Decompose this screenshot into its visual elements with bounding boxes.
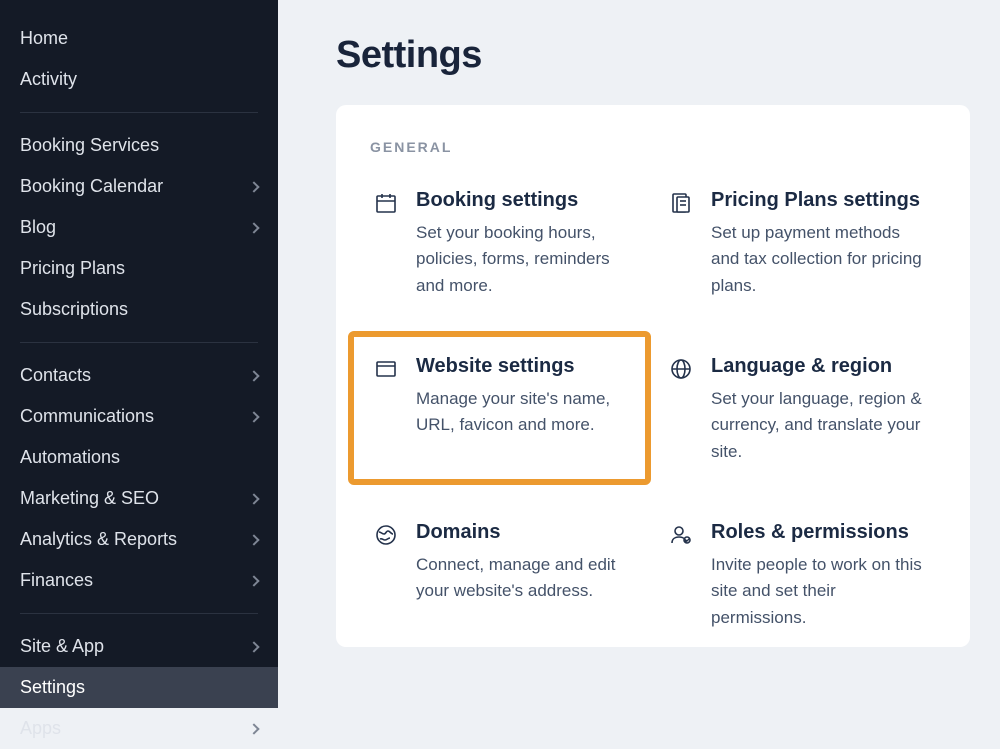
sidebar-item-label: Home <box>20 28 68 49</box>
sidebar-item-pricing-plans[interactable]: Pricing Plans <box>0 248 278 289</box>
sidebar-divider <box>20 112 258 113</box>
sidebar-divider <box>20 342 258 343</box>
sidebar-item-marketing-seo[interactable]: Marketing & SEO <box>0 478 278 519</box>
globe-icon <box>669 357 693 381</box>
tile-description: Set up payment methods and tax collectio… <box>711 220 932 299</box>
tile-texts: Domains Connect, manage and edit your web… <box>416 521 637 605</box>
sidebar-item-label: Apps <box>20 718 61 739</box>
settings-tile-domains[interactable]: Domains Connect, manage and edit your web… <box>370 515 641 637</box>
main-content: Settings GENERAL Booking settings Set you… <box>278 0 1000 691</box>
tile-texts: Language & region Set your language, regi… <box>711 355 932 465</box>
chevron-right-icon <box>248 493 259 504</box>
settings-tile-language-region[interactable]: Language & region Set your language, regi… <box>665 349 936 471</box>
tile-title: Domains <box>416 521 637 544</box>
tile-description: Set your language, region & currency, an… <box>711 386 932 465</box>
sidebar-item-label: Finances <box>20 570 93 591</box>
sidebar-item-booking-calendar[interactable]: Booking Calendar <box>0 166 278 207</box>
sidebar-item-blog[interactable]: Blog <box>0 207 278 248</box>
roles-icon <box>669 523 693 547</box>
sidebar-item-label: Booking Calendar <box>20 176 163 197</box>
sidebar-item-label: Settings <box>20 677 85 698</box>
sidebar-item-label: Booking Services <box>20 135 159 156</box>
sidebar-item-label: Analytics & Reports <box>20 529 177 550</box>
tile-title: Website settings <box>416 355 637 378</box>
chevron-right-icon <box>248 222 259 233</box>
sidebar-item-label: Pricing Plans <box>20 258 125 279</box>
tile-texts: Pricing Plans settings Set up payment met… <box>711 189 932 299</box>
tile-description: Manage your site's name, URL, favicon an… <box>416 386 637 439</box>
settings-card: GENERAL Booking settings Set your booking… <box>336 105 970 647</box>
page-title: Settings <box>336 34 970 77</box>
settings-tile-booking-settings[interactable]: Booking settings Set your booking hours, … <box>370 183 641 305</box>
chevron-right-icon <box>248 370 259 381</box>
chevron-right-icon <box>248 181 259 192</box>
sidebar-item-booking-services[interactable]: Booking Services <box>0 125 278 166</box>
sidebar: Home Activity Booking Services Booking Cale… <box>0 0 278 691</box>
sidebar-item-label: Communications <box>20 406 154 427</box>
sidebar-item-automations[interactable]: Automations <box>0 437 278 478</box>
tile-description: Invite people to work on this site and s… <box>711 552 932 631</box>
sidebar-item-activity[interactable]: Activity <box>0 59 278 100</box>
sidebar-item-label: Activity <box>20 69 77 90</box>
sidebar-item-label: Marketing & SEO <box>20 488 159 509</box>
sidebar-item-finances[interactable]: Finances <box>0 560 278 601</box>
settings-tile-pricing-plans-settings[interactable]: Pricing Plans settings Set up payment met… <box>665 183 936 305</box>
tile-title: Roles & permissions <box>711 521 932 544</box>
settings-tile-roles-permissions[interactable]: Roles & permissions Invite people to work… <box>665 515 936 637</box>
tile-description: Set your booking hours, policies, forms,… <box>416 220 637 299</box>
chevron-right-icon <box>248 641 259 652</box>
sidebar-item-contacts[interactable]: Contacts <box>0 355 278 396</box>
chevron-right-icon <box>248 575 259 586</box>
settings-grid: Booking settings Set your booking hours, … <box>370 183 936 637</box>
calendar-icon <box>374 191 398 215</box>
chevron-right-icon <box>248 723 259 734</box>
tile-title: Booking settings <box>416 189 637 212</box>
sidebar-item-label: Subscriptions <box>20 299 128 320</box>
sidebar-item-settings[interactable]: Settings <box>0 667 278 708</box>
tile-texts: Roles & permissions Invite people to work… <box>711 521 932 631</box>
tile-texts: Website settings Manage your site's name,… <box>416 355 637 439</box>
pricing-icon <box>669 191 693 215</box>
chevron-right-icon <box>248 411 259 422</box>
tile-title: Language & region <box>711 355 932 378</box>
sidebar-item-home[interactable]: Home <box>0 18 278 59</box>
tile-title: Pricing Plans settings <box>711 189 932 212</box>
sidebar-item-label: Blog <box>20 217 56 238</box>
sidebar-item-label: Contacts <box>20 365 91 386</box>
earth-icon <box>374 523 398 547</box>
sidebar-item-label: Automations <box>20 447 120 468</box>
sidebar-item-communications[interactable]: Communications <box>0 396 278 437</box>
sidebar-item-site-app[interactable]: Site & App <box>0 626 278 667</box>
chevron-right-icon <box>248 534 259 545</box>
section-label-general: GENERAL <box>370 139 936 155</box>
sidebar-item-label: Site & App <box>20 636 104 657</box>
sidebar-item-analytics-reports[interactable]: Analytics & Reports <box>0 519 278 560</box>
sidebar-divider <box>20 613 258 614</box>
settings-tile-website-settings[interactable]: Website settings Manage your site's name,… <box>370 349 641 471</box>
window-icon <box>374 357 398 381</box>
tile-texts: Booking settings Set your booking hours, … <box>416 189 637 299</box>
sidebar-item-apps[interactable]: Apps <box>0 708 278 749</box>
sidebar-item-subscriptions[interactable]: Subscriptions <box>0 289 278 330</box>
tile-description: Connect, manage and edit your website's … <box>416 552 637 605</box>
